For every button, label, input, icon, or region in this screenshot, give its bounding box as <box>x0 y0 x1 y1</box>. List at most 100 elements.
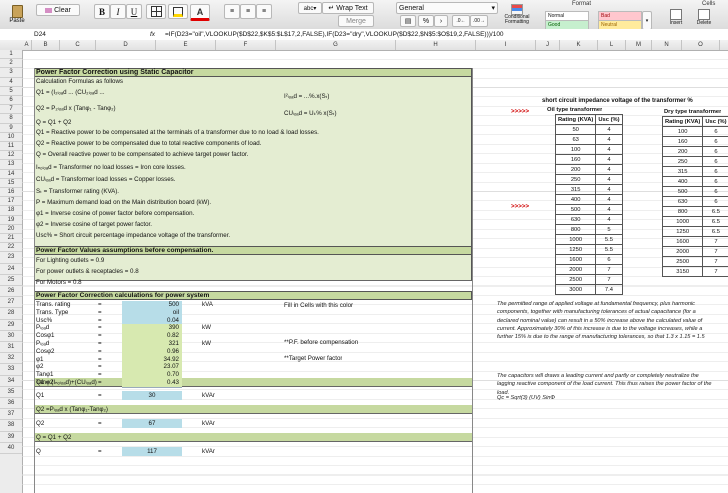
row-header[interactable]: 5 <box>0 87 22 96</box>
row-header[interactable]: 16 <box>0 188 22 198</box>
column-header[interactable]: E <box>156 40 216 50</box>
bold-button[interactable]: B <box>94 4 110 19</box>
table-row: 2000 7 <box>554 264 623 275</box>
column-header[interactable]: F <box>216 40 276 50</box>
row-header[interactable]: 10 <box>0 133 22 142</box>
percent-button[interactable]: % <box>418 15 434 27</box>
insert-button[interactable]: Insert <box>666 7 686 27</box>
currency-button[interactable]: ▤ <box>400 15 416 27</box>
increase-decimal-button[interactable]: .0← <box>452 15 470 27</box>
align-left-button[interactable]: ≡ <box>224 4 240 19</box>
row-header[interactable]: 26 <box>0 286 22 298</box>
row-header[interactable]: 29 <box>0 320 22 331</box>
row-header[interactable]: 1 <box>0 50 22 60</box>
styles-scroll-button[interactable]: ▾ <box>642 11 652 30</box>
row-header[interactable]: 11 <box>0 142 22 152</box>
column-header[interactable]: A <box>22 40 32 50</box>
result-value[interactable]: 30 <box>122 391 182 400</box>
row-header[interactable]: 40 <box>0 443 22 454</box>
row-header[interactable]: 12 <box>0 151 22 161</box>
row-header[interactable]: 20 <box>0 225 22 234</box>
row-header[interactable]: 37 <box>0 409 22 421</box>
row-header[interactable]: 38 <box>0 420 22 432</box>
row-header[interactable]: 22 <box>0 243 22 253</box>
row-header[interactable]: 17 <box>0 197 22 207</box>
row-header[interactable]: 30 <box>0 331 22 342</box>
column-header[interactable]: N <box>652 40 682 50</box>
column-header[interactable]: K <box>560 40 598 50</box>
column-header[interactable]: C <box>60 40 96 50</box>
row-header[interactable]: 28 <box>0 308 22 320</box>
name-box[interactable]: D24 <box>34 31 46 38</box>
fill-color-button[interactable] <box>168 4 188 19</box>
column-header[interactable]: M <box>626 40 652 50</box>
input-label: Trans. rating <box>36 301 71 308</box>
input-eq: = <box>98 301 102 308</box>
table-cell: 100 <box>554 144 597 155</box>
arrows-dry: >>>>> <box>511 203 530 210</box>
column-header[interactable]: B <box>32 40 60 50</box>
paste-button[interactable]: Paste <box>2 2 32 26</box>
row-header[interactable]: 34 <box>0 376 22 387</box>
table-cell: 800 <box>554 224 597 235</box>
row-header[interactable]: 35 <box>0 387 22 398</box>
borders-button[interactable] <box>146 4 166 19</box>
text-orientation-button[interactable]: abc▾ <box>298 2 322 14</box>
row-header[interactable]: 23 <box>0 252 22 264</box>
row-header[interactable]: 21 <box>0 234 22 244</box>
row-header[interactable]: 13 <box>0 160 22 170</box>
row-header[interactable]: 32 <box>0 353 22 365</box>
row-header[interactable]: 4 <box>0 78 22 87</box>
delete-button[interactable]: Delete <box>692 7 716 27</box>
table-cell: 6 <box>702 136 728 147</box>
align-right-button[interactable]: ≡ <box>256 4 272 19</box>
table-cell: 6 <box>702 156 728 167</box>
row-header[interactable]: 19 <box>0 216 22 225</box>
row-header[interactable]: 14 <box>0 170 22 179</box>
column-header[interactable]: I <box>476 40 536 50</box>
column-header[interactable]: H <box>396 40 476 50</box>
underline-button[interactable]: U <box>126 4 142 19</box>
font-color-button[interactable]: A <box>190 4 210 21</box>
conditional-formatting-button[interactable]: Conditional Formatting <box>500 2 534 27</box>
column-header[interactable]: L <box>598 40 626 50</box>
row-header[interactable]: 9 <box>0 124 22 133</box>
comma-button[interactable]: › <box>434 15 448 27</box>
table-cell: 6.5 <box>702 226 728 237</box>
clear-button[interactable]: Clear <box>36 4 80 16</box>
table-row: 800 6.5 <box>661 206 728 217</box>
row-header[interactable]: 2 <box>0 59 22 69</box>
row-header[interactable]: 36 <box>0 398 22 410</box>
decrease-decimal-button[interactable]: .00→ <box>470 15 488 27</box>
row-header[interactable]: 6 <box>0 96 22 106</box>
worksheet-grid[interactable]: Power Factor Correction using Static Cap… <box>22 50 728 493</box>
column-header[interactable]: O <box>682 40 720 50</box>
result-value[interactable]: 117 <box>122 447 182 456</box>
number-format-value: General <box>399 4 424 12</box>
input-value[interactable]: 0.43 <box>122 379 182 388</box>
result-value[interactable]: 67 <box>122 419 182 428</box>
row-header[interactable]: 27 <box>0 297 22 309</box>
row-header[interactable]: 25 <box>0 275 22 286</box>
row-header[interactable]: 8 <box>0 114 22 124</box>
italic-button[interactable]: I <box>110 4 126 19</box>
row-header[interactable]: 7 <box>0 105 22 115</box>
row-header[interactable]: 15 <box>0 179 22 188</box>
row-header[interactable]: 24 <box>0 264 22 275</box>
column-header[interactable]: J <box>536 40 560 50</box>
row-header[interactable]: 31 <box>0 342 22 354</box>
row-header[interactable]: 33 <box>0 364 22 376</box>
number-format-select[interactable]: General ▾ <box>396 2 498 14</box>
wrap-text-button[interactable]: ↵ Wrap Text <box>322 2 374 14</box>
column-header[interactable]: D <box>96 40 156 50</box>
formula-input[interactable]: =IF(D23="oil",VLOOKUP($D$22,$K$5:$L$17,2… <box>165 31 504 38</box>
table-cell: 6.5 <box>702 216 728 227</box>
align-center-button[interactable]: ≡ <box>240 4 256 19</box>
table-cell: 4 <box>595 164 623 175</box>
function-icon[interactable]: fx <box>150 31 155 38</box>
row-header[interactable]: 39 <box>0 432 22 443</box>
row-header[interactable]: 18 <box>0 206 22 216</box>
column-header[interactable]: G <box>276 40 396 50</box>
row-header[interactable]: 3 <box>0 68 22 78</box>
merge-button[interactable]: Merge <box>338 15 374 27</box>
